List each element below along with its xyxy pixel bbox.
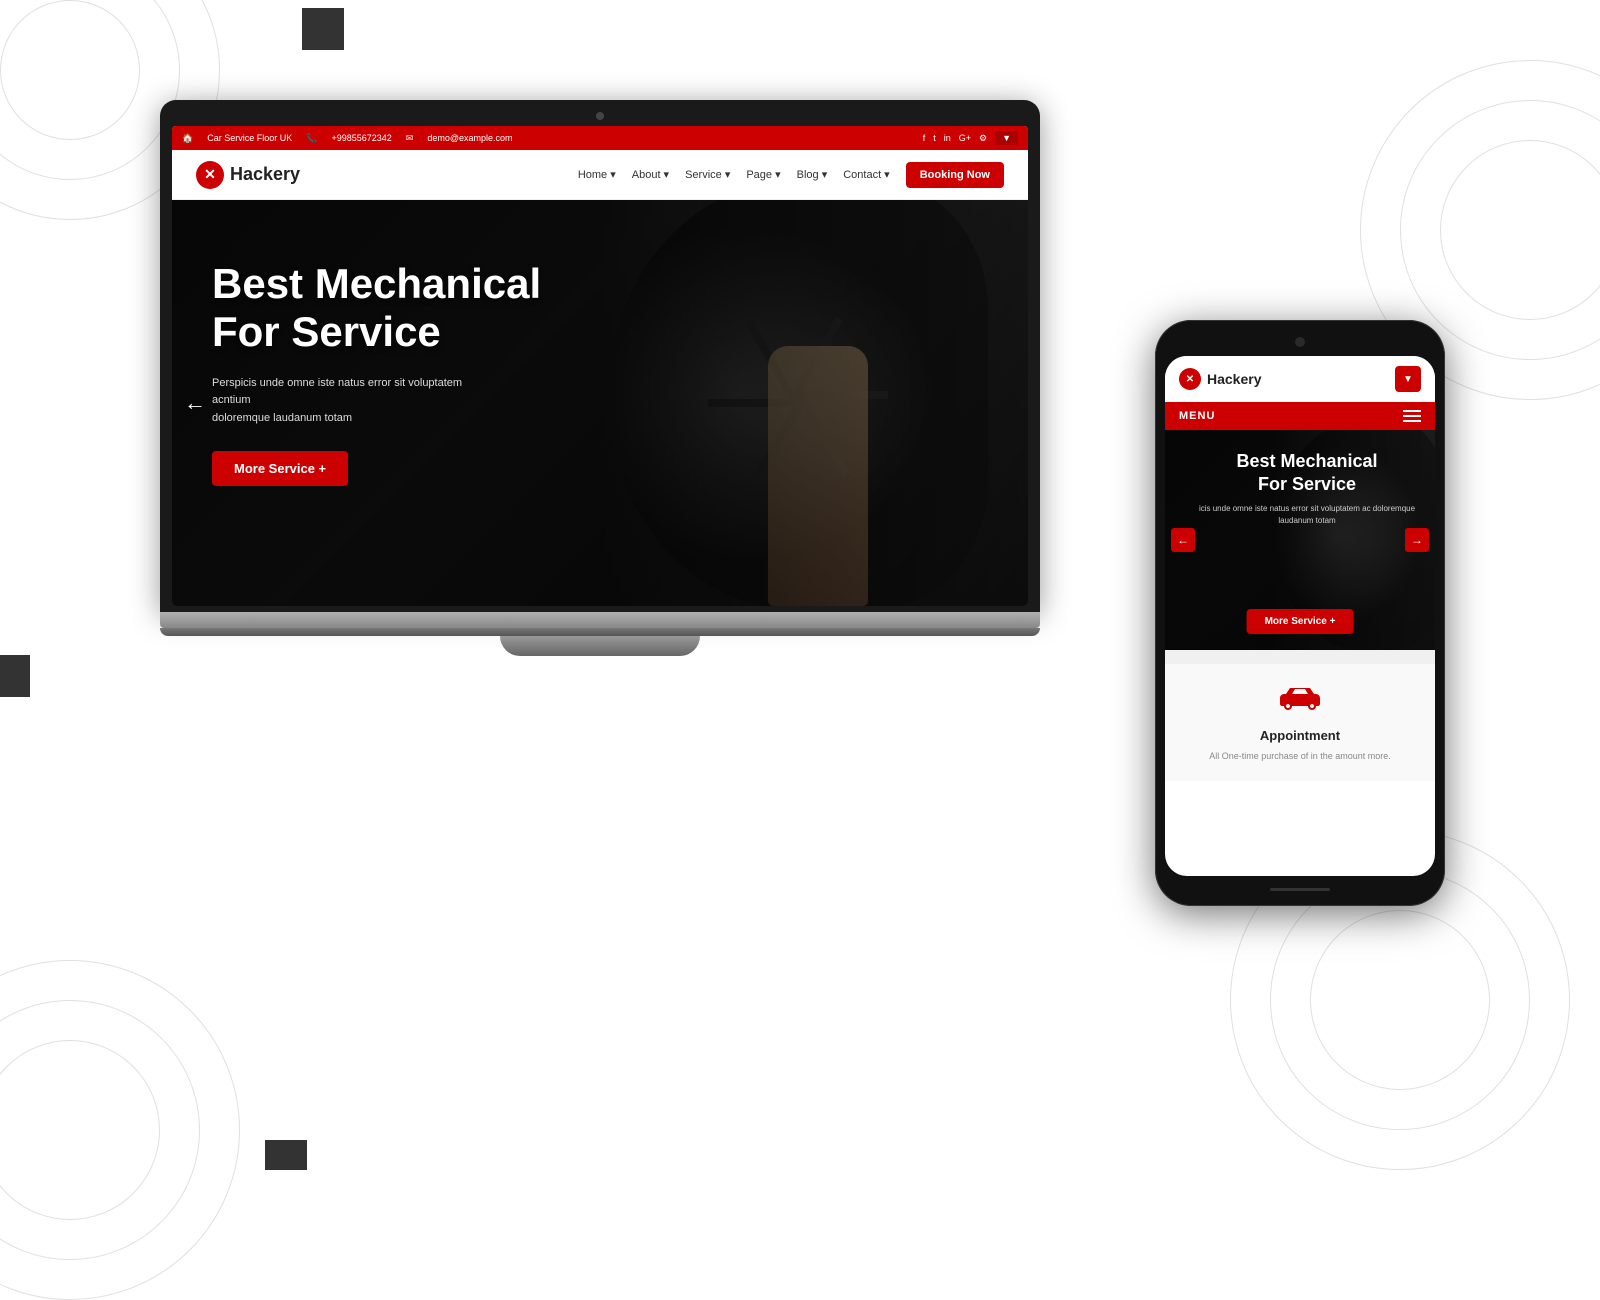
dropdown-icon: ▼ — [1403, 374, 1413, 385]
laptop-nav-menu: Home ▾ About ▾ Service ▾ Page ▾ Blog ▾ C… — [578, 162, 1004, 188]
laptop-screen: 🏠 Car Service Floor UK 📞 +99855672342 ✉ … — [172, 126, 1028, 606]
hero-title: Best Mechanical For Service — [212, 260, 1028, 357]
googleplus-icon: G+ — [959, 133, 971, 143]
phone-notch — [1260, 334, 1340, 350]
phone-logo-icon: ✕ — [1179, 368, 1201, 390]
laptop-hero: ← Best Mechanical For Service Perspicis … — [172, 200, 1028, 606]
hamburger-line-3 — [1403, 420, 1421, 422]
hamburger-line-2 — [1403, 415, 1421, 417]
phone-icon: 📞 — [306, 133, 317, 144]
nav-item-service[interactable]: Service ▾ — [685, 168, 730, 181]
decor-ring-tl-3 — [0, 0, 140, 140]
laptop-camera — [596, 112, 604, 120]
phone-menu-bar: MENU — [1165, 402, 1435, 430]
decor-square-2 — [0, 655, 30, 697]
decor-square-1 — [302, 8, 344, 50]
hamburger-menu-button[interactable] — [1403, 410, 1421, 422]
facebook-icon: f — [923, 133, 926, 143]
phone-hero-title-line2: For Service — [1258, 474, 1356, 494]
laptop-screen-outer: 🏠 Car Service Floor UK 📞 +99855672342 ✉ … — [160, 100, 1040, 612]
phone-hero-title: Best Mechanical For Service — [1179, 450, 1435, 495]
hero-description: Perspicis unde omne iste natus error sit… — [212, 375, 492, 428]
nav-item-about[interactable]: About ▾ — [632, 168, 669, 181]
phone-hero-cta-wrapper: More Service + — [1247, 609, 1354, 634]
phone-hero-next-arrow[interactable]: → — [1405, 528, 1429, 552]
laptop-stand — [500, 636, 700, 656]
hero-prev-arrow[interactable]: ← — [184, 390, 206, 416]
phone-hero-prev-arrow[interactable]: ← — [1171, 528, 1195, 552]
laptop-topbar-right: f t in G+ ⚙ ▼ — [923, 131, 1018, 145]
laptop-address: Car Service Floor UK — [207, 133, 292, 143]
hero-title-line2: For Service — [212, 308, 441, 355]
nav-item-contact[interactable]: Contact ▾ — [843, 168, 890, 181]
laptop-email: demo@example.com — [427, 133, 512, 143]
phone-appointment-section: Appointment All One-time purchase of in … — [1165, 664, 1435, 781]
phone-menu-label: MENU — [1179, 410, 1215, 422]
phone-home-bar — [1270, 888, 1330, 891]
settings-icon: ⚙ — [979, 133, 987, 144]
phone-nav-dropdown-btn[interactable]: ▼ — [1395, 366, 1421, 392]
nav-item-home[interactable]: Home ▾ — [578, 168, 616, 181]
nav-item-blog[interactable]: Blog ▾ — [797, 168, 828, 181]
laptop-hero-content: Best Mechanical For Service Perspicis un… — [212, 260, 1028, 486]
laptop-nav: ✕ Hackery Home ▾ About ▾ Service ▾ Page … — [172, 150, 1028, 200]
phone-nav: ✕ Hackery ▼ — [1165, 356, 1435, 402]
email-icon: ✉ — [406, 133, 414, 144]
phone-hero-content: Best Mechanical For Service icis unde om… — [1179, 450, 1435, 527]
phone-section-divider — [1165, 650, 1435, 664]
phone-home-indicator — [1165, 886, 1435, 892]
laptop-logo: ✕ Hackery — [196, 161, 300, 189]
laptop-logo-icon: ✕ — [196, 161, 224, 189]
phone-appointment-title: Appointment — [1260, 728, 1340, 743]
nav-item-page[interactable]: Page ▾ — [746, 168, 780, 181]
phone-logo: ✕ Hackery — [1179, 368, 1262, 390]
instagram-icon: in — [944, 133, 951, 143]
laptop-logo-text: Hackery — [230, 164, 300, 185]
phone-logo-text: Hackery — [1207, 371, 1262, 387]
address-icon: 🏠 — [182, 133, 193, 144]
phone-hero-cta-button[interactable]: More Service + — [1247, 609, 1354, 634]
laptop-booking-button[interactable]: Booking Now — [906, 162, 1004, 188]
phone-mockup: ✕ Hackery ▼ MENU ← → — [1155, 320, 1445, 906]
phone-hero-description: icis unde omne iste natus error sit volu… — [1179, 503, 1435, 527]
decor-square-4 — [265, 1140, 307, 1170]
car-icon — [1280, 684, 1320, 720]
decor-ring-br-3 — [1310, 910, 1490, 1090]
laptop-hinge — [160, 628, 1040, 636]
twitter-icon: t — [933, 133, 936, 143]
laptop-topbar: 🏠 Car Service Floor UK 📞 +99855672342 ✉ … — [172, 126, 1028, 150]
laptop-hero-cta-button[interactable]: More Service + — [212, 451, 348, 486]
phone-hero-title-line1: Best Mechanical — [1236, 451, 1377, 471]
phone-hero: ← → Best Mechanical For Service icis und… — [1165, 430, 1435, 650]
laptop-topbar-left: 🏠 Car Service Floor UK 📞 +99855672342 ✉ … — [182, 133, 513, 144]
hero-title-line1: Best Mechanical — [212, 260, 541, 307]
phone-screen: ✕ Hackery ▼ MENU ← → — [1165, 356, 1435, 876]
phone-appointment-description: All One-time purchase of in the amount m… — [1209, 751, 1391, 761]
laptop-base — [160, 612, 1040, 628]
laptop-phone: +99855672342 — [331, 133, 391, 143]
topbar-dropdown-btn[interactable]: ▼ — [995, 131, 1018, 145]
hamburger-line-1 — [1403, 410, 1421, 412]
laptop-mockup: 🏠 Car Service Floor UK 📞 +99855672342 ✉ … — [160, 100, 1040, 656]
